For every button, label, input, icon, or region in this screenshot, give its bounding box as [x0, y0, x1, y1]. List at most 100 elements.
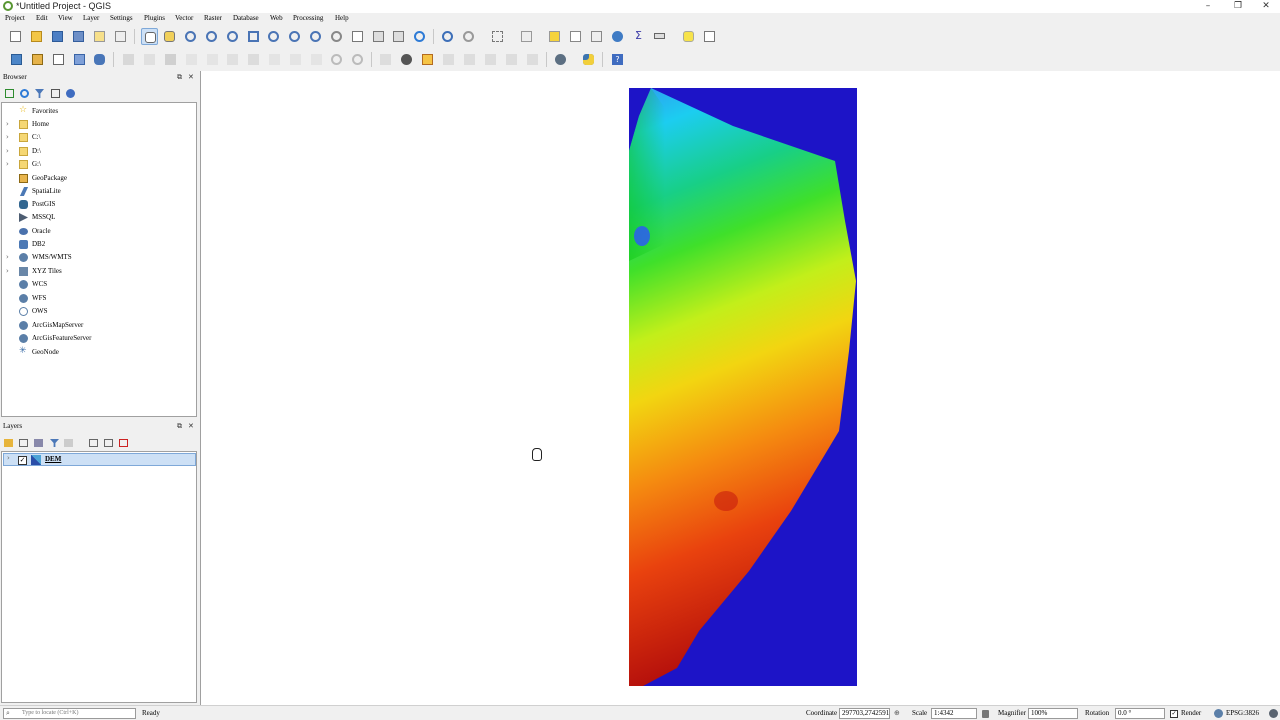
- label-tool-button[interactable]: [377, 51, 394, 68]
- close-panel-icon[interactable]: ✕: [188, 73, 194, 81]
- add-raster-button[interactable]: [71, 51, 88, 68]
- cut-features-button[interactable]: [266, 51, 283, 68]
- browser-item-c-drive[interactable]: › C:\: [6, 131, 196, 144]
- expand-arrow-icon[interactable]: ›: [6, 120, 9, 128]
- spatial-bookmark-button[interactable]: [390, 28, 407, 45]
- pan-map-button[interactable]: [141, 28, 158, 45]
- menu-help[interactable]: Help: [335, 14, 349, 22]
- remove-layer-icon[interactable]: [119, 439, 128, 447]
- menu-processing[interactable]: Processing: [293, 14, 323, 22]
- new-project-button[interactable]: [7, 28, 24, 45]
- magnifier-field[interactable]: 100%: [1028, 708, 1078, 719]
- browser-item-oracle[interactable]: Oracle: [6, 225, 196, 238]
- browser-item-arcgis-feature-server[interactable]: ArcGisFeatureServer: [6, 332, 196, 345]
- collapse-all-icon[interactable]: [51, 89, 60, 98]
- save-project-button[interactable]: [49, 28, 66, 45]
- add-vector-button[interactable]: [50, 51, 67, 68]
- minimize-button[interactable]: –: [1193, 0, 1223, 13]
- expand-arrow-icon[interactable]: ›: [6, 160, 9, 168]
- crs-label[interactable]: EPSG:3826: [1226, 709, 1259, 717]
- show-statistical-summary-button[interactable]: Σ: [630, 28, 647, 45]
- expand-arrow-icon[interactable]: ›: [6, 133, 9, 141]
- add-selected-layers-icon[interactable]: [5, 89, 14, 98]
- menu-web[interactable]: Web: [270, 14, 283, 22]
- new-3d-view-button[interactable]: [370, 28, 387, 45]
- save-as-button[interactable]: [70, 28, 87, 45]
- new-map-view-button[interactable]: [349, 28, 366, 45]
- move-label-button[interactable]: [482, 51, 499, 68]
- identify-features-button[interactable]: [439, 28, 456, 45]
- annotation-button[interactable]: [680, 28, 697, 45]
- maximize-button[interactable]: ❐: [1223, 0, 1253, 13]
- menu-raster[interactable]: Raster: [204, 14, 222, 22]
- new-geopackage-button[interactable]: [29, 51, 46, 68]
- manage-map-themes-icon[interactable]: [34, 439, 43, 447]
- messages-icon[interactable]: [1269, 709, 1278, 718]
- menu-database[interactable]: Database: [233, 14, 259, 22]
- processing-toolbox-button[interactable]: [609, 28, 626, 45]
- open-layer-styling-icon[interactable]: [4, 439, 13, 447]
- redo-button[interactable]: [349, 51, 366, 68]
- zoom-out-button[interactable]: [203, 28, 220, 45]
- new-print-layout-button[interactable]: [91, 28, 108, 45]
- copy-features-button[interactable]: [287, 51, 304, 68]
- python-console-button[interactable]: [580, 51, 597, 68]
- expand-arrow-icon[interactable]: ›: [6, 147, 9, 155]
- toggle-editing-button[interactable]: [141, 51, 158, 68]
- lock-scale-icon[interactable]: [982, 710, 989, 718]
- render-checkbox[interactable]: ✓: [1170, 710, 1178, 718]
- current-edits-button[interactable]: [120, 51, 137, 68]
- browser-item-arcgis-map-server[interactable]: ArcGisMapServer: [6, 319, 196, 332]
- browser-item-geopackage[interactable]: GeoPackage: [6, 172, 196, 185]
- layer-labeling-button[interactable]: [398, 51, 415, 68]
- browser-item-spatialite[interactable]: SpatiaLite: [6, 185, 196, 198]
- help-button[interactable]: ?: [609, 51, 626, 68]
- browser-item-wfs[interactable]: WFS: [6, 292, 196, 305]
- data-source-manager-button[interactable]: [8, 51, 25, 68]
- browser-item-favorites[interactable]: ☆ Favorites: [6, 105, 196, 118]
- menu-plugins[interactable]: Plugins: [144, 14, 165, 22]
- browser-item-postgis[interactable]: PostGIS: [6, 198, 196, 211]
- browser-item-home[interactable]: › Home: [6, 118, 196, 131]
- text-annotation-button[interactable]: [701, 28, 718, 45]
- zoom-in-button[interactable]: [182, 28, 199, 45]
- deselect-button[interactable]: [518, 28, 535, 45]
- filter-icon[interactable]: [35, 89, 44, 98]
- close-button[interactable]: ✕: [1251, 0, 1280, 13]
- zoom-native-button[interactable]: [224, 28, 241, 45]
- zoom-next-button[interactable]: [328, 28, 345, 45]
- modify-attributes-button[interactable]: [224, 51, 241, 68]
- zoom-last-button[interactable]: [307, 28, 324, 45]
- rotation-field[interactable]: 0.0 °: [1115, 708, 1165, 719]
- pan-to-selection-button[interactable]: [161, 28, 178, 45]
- browser-item-wms-wmts[interactable]: › WMS/WMTS: [6, 251, 196, 264]
- menu-settings[interactable]: Settings: [110, 14, 133, 22]
- close-panel-icon[interactable]: ✕: [188, 422, 194, 430]
- info-icon[interactable]: [66, 89, 75, 98]
- menu-layer[interactable]: Layer: [83, 14, 99, 22]
- measure-button[interactable]: [651, 28, 668, 45]
- zoom-to-selection-button[interactable]: [265, 28, 282, 45]
- filter-legend-icon[interactable]: [50, 439, 59, 447]
- statistics-button[interactable]: [588, 28, 605, 45]
- layer-visibility-checkbox[interactable]: ✓: [18, 456, 27, 465]
- menu-edit[interactable]: Edit: [36, 14, 48, 22]
- expand-all-icon[interactable]: [89, 439, 98, 447]
- field-calculator-button[interactable]: [546, 28, 563, 45]
- expand-arrow-icon[interactable]: ›: [6, 253, 9, 261]
- refresh-button[interactable]: [411, 28, 428, 45]
- save-edits-button[interactable]: [162, 51, 179, 68]
- zoom-to-layer-button[interactable]: [286, 28, 303, 45]
- add-database-button[interactable]: [91, 51, 108, 68]
- browser-item-g-drive[interactable]: › G:\: [6, 158, 196, 171]
- expand-arrow-icon[interactable]: ›: [6, 267, 9, 275]
- map-tips-button[interactable]: [460, 28, 477, 45]
- menu-vector[interactable]: Vector: [175, 14, 193, 22]
- vertex-tool-button[interactable]: [204, 51, 221, 68]
- add-feature-button[interactable]: [183, 51, 200, 68]
- show-hide-labels-button[interactable]: [461, 51, 478, 68]
- menu-project[interactable]: Project: [5, 14, 25, 22]
- undo-button[interactable]: [328, 51, 345, 68]
- layer-item-dem[interactable]: › ✓ DEM: [3, 453, 196, 466]
- highlight-pinned-button[interactable]: [440, 51, 457, 68]
